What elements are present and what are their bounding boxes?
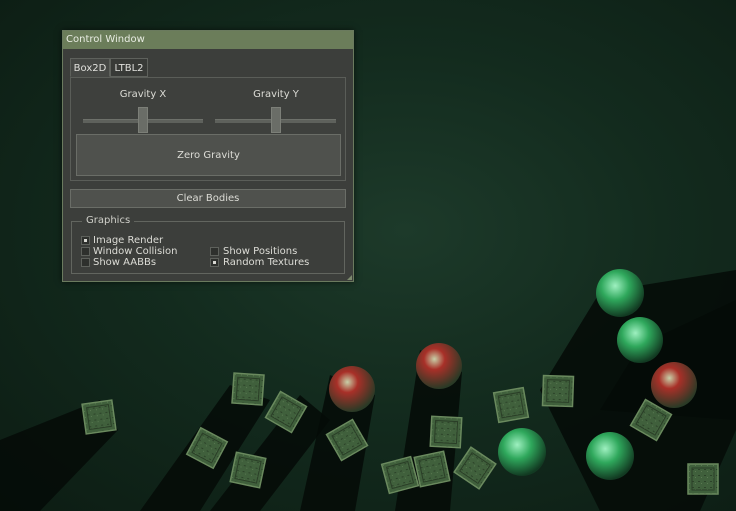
green-ball[interactable] [617,317,663,363]
crate-box[interactable] [413,450,451,488]
gravity-y-label: Gravity Y [253,89,299,100]
crate-box[interactable] [453,446,497,490]
window-title: Control Window [66,34,145,45]
checkmark-icon [84,239,87,242]
crate-box[interactable] [429,415,463,449]
window-titlebar[interactable]: Control Window [63,31,353,49]
random-textures-checkbox[interactable] [210,258,219,267]
control-window[interactable]: Control Window Box2D LTBL2 Gravity X Gra… [62,30,354,282]
red-ball[interactable] [416,343,462,389]
graphics-legend: Graphics [82,215,135,226]
gravity-y-slider-thumb[interactable] [270,107,281,133]
tab-box2d[interactable]: Box2D [70,58,110,77]
red-ball[interactable] [329,366,375,412]
resize-grip-icon[interactable] [347,275,352,280]
crate-box[interactable] [229,451,267,489]
clear-bodies-button[interactable]: Clear Bodies [70,189,346,208]
crate-box[interactable] [541,374,575,408]
image-render-label: Image Render [93,235,164,246]
crate-box[interactable] [81,399,117,435]
crate-box[interactable] [231,372,265,406]
crate-box[interactable] [687,463,719,495]
graphics-group: Graphics Image Render Window Collision S… [71,215,345,274]
gravity-x-label: Gravity X [119,89,167,100]
green-ball[interactable] [586,432,634,480]
green-ball[interactable] [498,428,546,476]
green-ball[interactable] [596,269,644,317]
crate-box[interactable] [492,386,530,424]
tab-ltbl2[interactable]: LTBL2 [110,58,148,77]
image-render-checkbox[interactable] [81,236,90,245]
zero-gravity-button[interactable]: Zero Gravity [76,134,341,176]
window-collision-label: Window Collision [93,246,178,257]
show-aabbs-checkbox[interactable] [81,258,90,267]
gravity-x-slider-thumb[interactable] [138,107,148,133]
box2d-panel: Gravity X Gravity Y Zero Gravity [70,77,346,181]
red-ball[interactable] [651,362,697,408]
checkmark-icon [213,261,216,264]
show-positions-label: Show Positions [223,246,298,257]
show-aabbs-label: Show AABBs [93,257,157,268]
window-collision-checkbox[interactable] [81,247,90,256]
random-textures-label: Random Textures [223,257,310,268]
show-positions-checkbox[interactable] [210,247,219,256]
